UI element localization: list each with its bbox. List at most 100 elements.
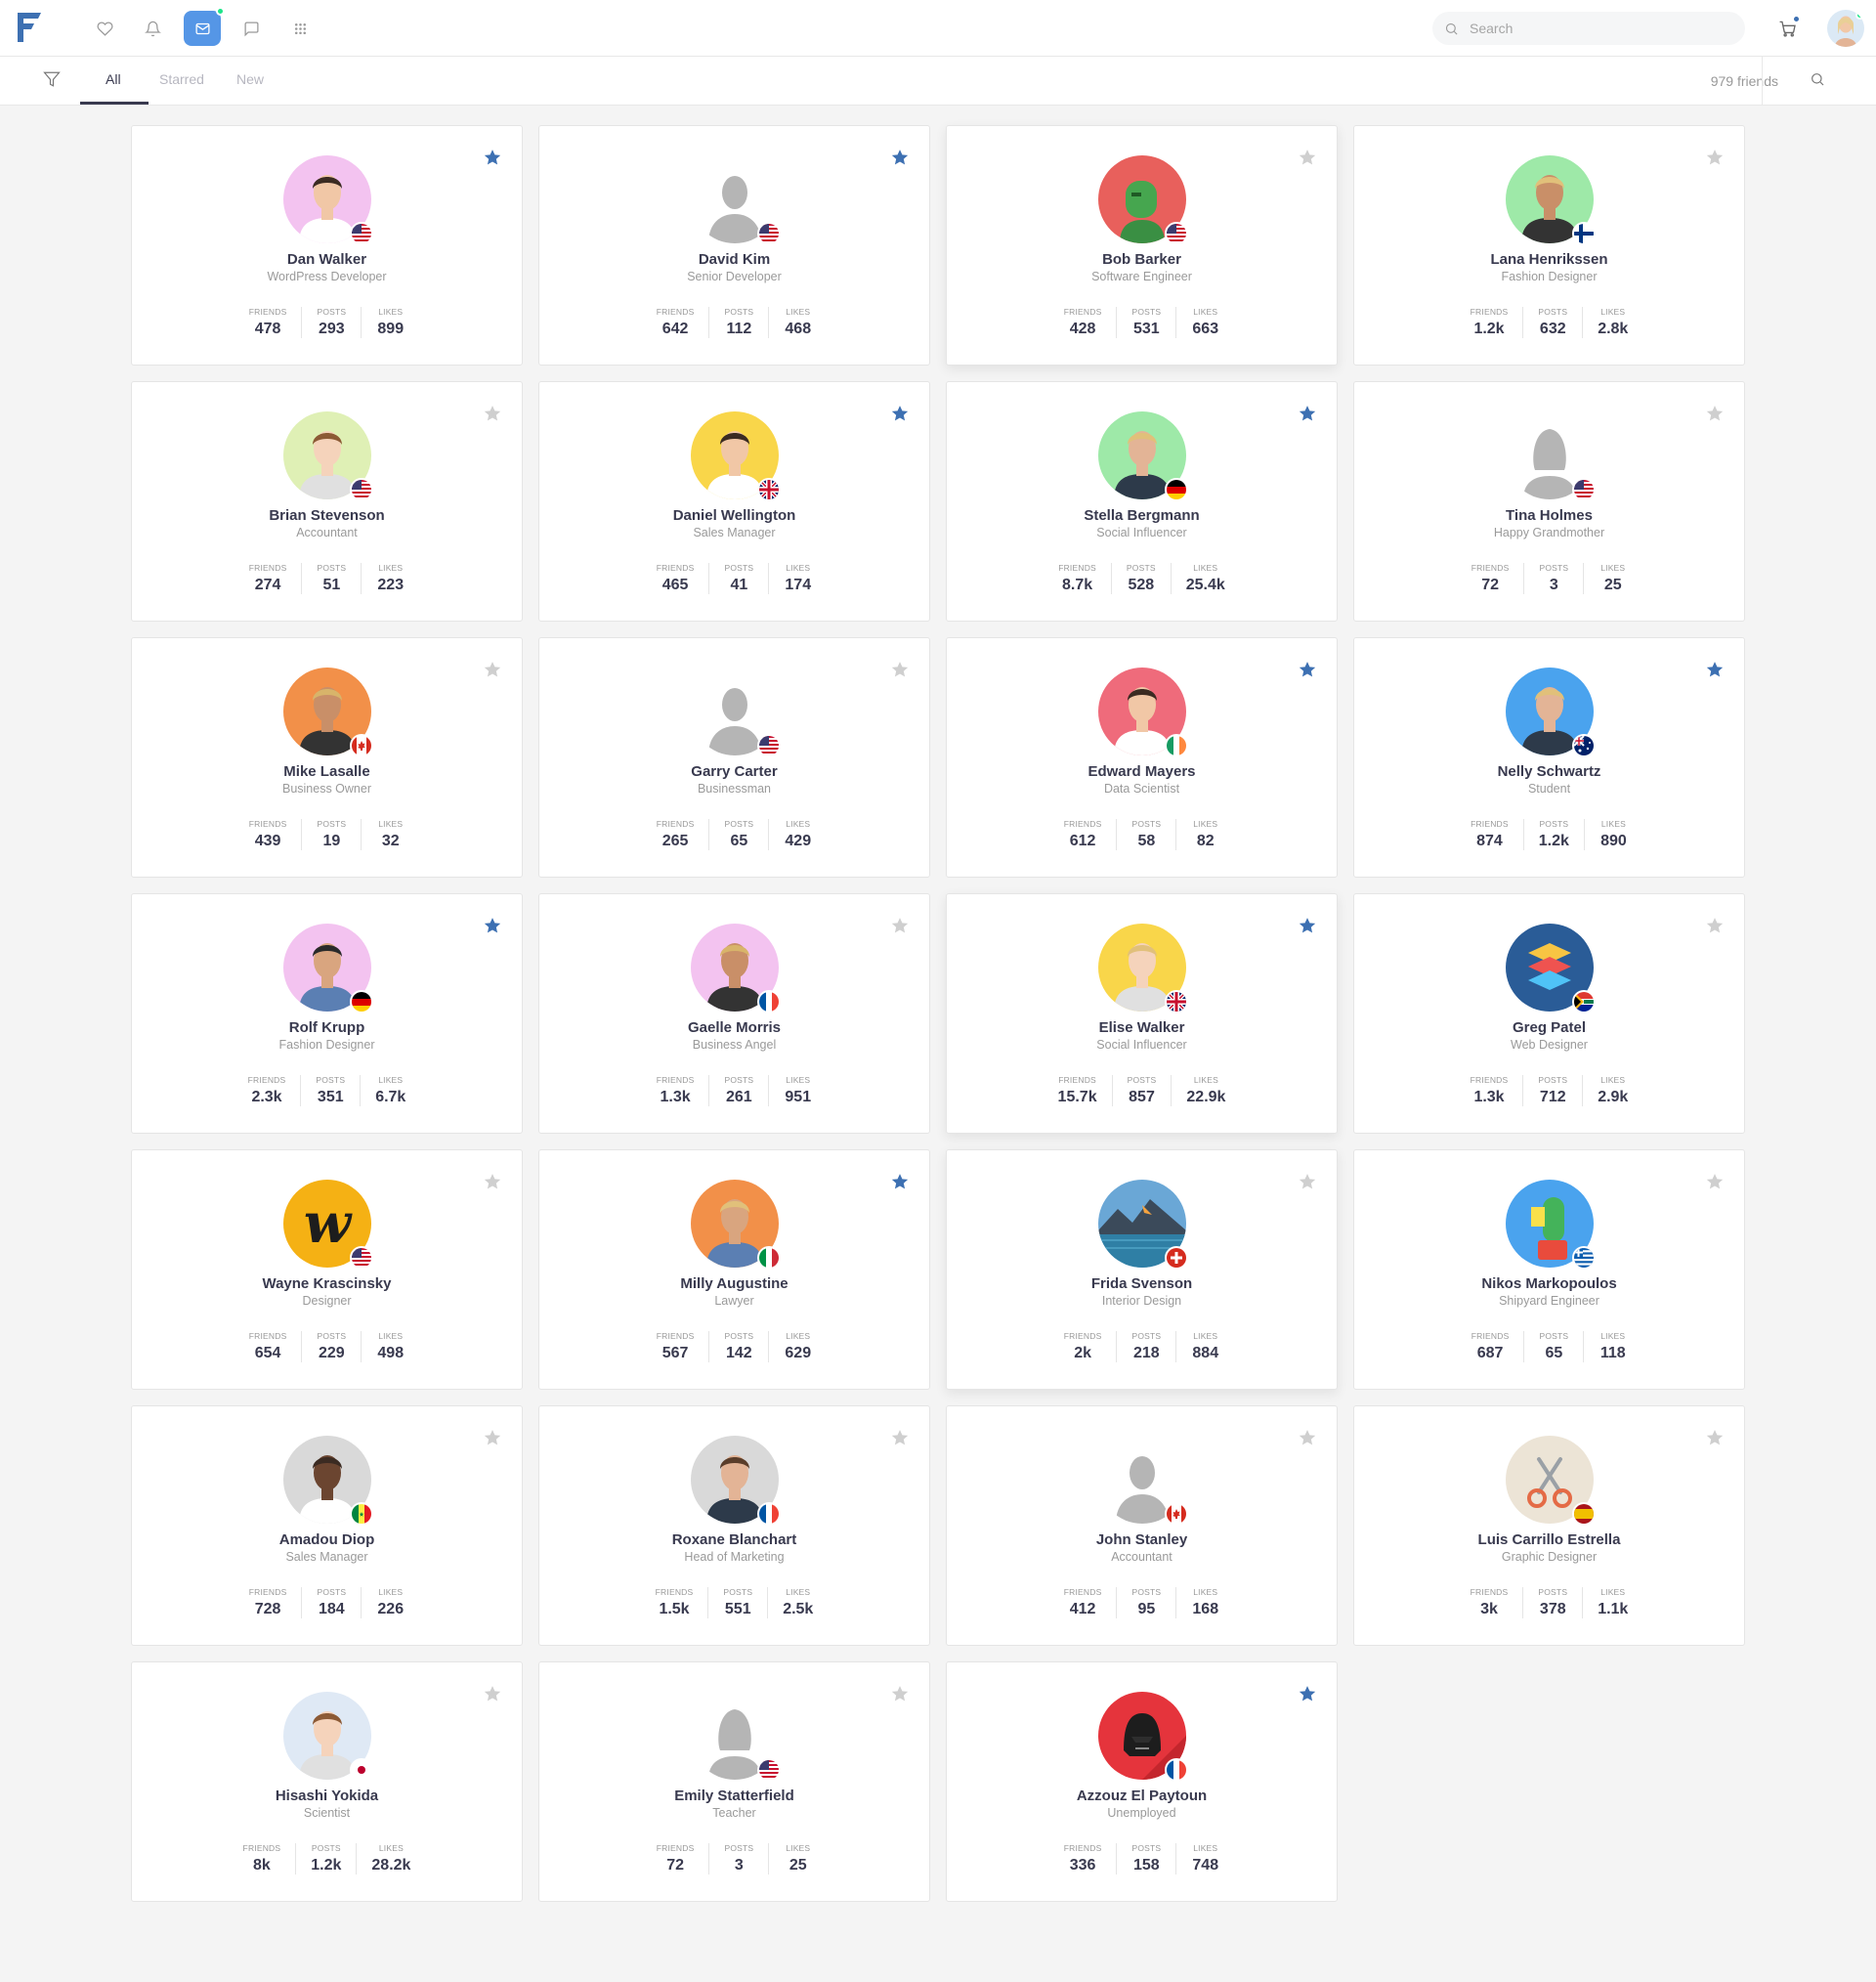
friend-card[interactable]: Hisashi Yokida Scientist FRIENDS 8k POST… — [131, 1661, 523, 1902]
friend-name[interactable]: Amadou Diop — [132, 1531, 522, 1548]
heart-icon[interactable] — [86, 12, 123, 45]
friend-name[interactable]: Nikos Markopoulos — [1354, 1275, 1744, 1292]
star-filled-icon[interactable] — [890, 148, 910, 167]
friend-card[interactable]: Nelly Schwartz Student FRIENDS 874 POSTS… — [1353, 637, 1745, 878]
friend-name[interactable]: Tina Holmes — [1354, 507, 1744, 524]
star-icon[interactable] — [1298, 148, 1317, 167]
star-icon[interactable] — [483, 660, 502, 679]
star-icon[interactable] — [483, 1172, 502, 1191]
current-user-avatar[interactable] — [1827, 10, 1864, 47]
friend-card[interactable]: Amadou Diop Sales Manager FRIENDS 728 PO… — [131, 1405, 523, 1646]
friend-card[interactable]: Mike Lasalle Business Owner FRIENDS 439 … — [131, 637, 523, 878]
friend-name[interactable]: Nelly Schwartz — [1354, 763, 1744, 780]
star-filled-icon[interactable] — [1298, 404, 1317, 423]
star-icon[interactable] — [890, 1428, 910, 1447]
friend-card[interactable]: Elise Walker Social Influencer FRIENDS 1… — [946, 893, 1338, 1134]
star-filled-icon[interactable] — [483, 916, 502, 935]
friend-name[interactable]: Roxane Blanchart — [539, 1531, 929, 1548]
friend-name[interactable]: Edward Mayers — [947, 763, 1337, 780]
star-filled-icon[interactable] — [890, 1172, 910, 1191]
star-filled-icon[interactable] — [1298, 1684, 1317, 1703]
friend-card[interactable]: David Kim Senior Developer FRIENDS 642 P… — [538, 125, 930, 366]
star-icon[interactable] — [1705, 404, 1725, 423]
friend-card[interactable]: Brian Stevenson Accountant FRIENDS 274 P… — [131, 381, 523, 622]
friend-card[interactable]: Lana Henrikssen Fashion Designer FRIENDS… — [1353, 125, 1745, 366]
friend-name[interactable]: Azzouz El Paytoun — [947, 1788, 1337, 1804]
star-icon[interactable] — [1705, 1428, 1725, 1447]
friend-card[interactable]: Azzouz El Paytoun Unemployed FRIENDS 336… — [946, 1661, 1338, 1902]
star-filled-icon[interactable] — [1298, 916, 1317, 935]
friend-card[interactable]: Luis Carrillo Estrella Graphic Designer … — [1353, 1405, 1745, 1646]
friend-name[interactable]: Luis Carrillo Estrella — [1354, 1531, 1744, 1548]
friend-name[interactable]: Elise Walker — [947, 1019, 1337, 1036]
friend-card[interactable]: Rolf Krupp Fashion Designer FRIENDS 2.3k… — [131, 893, 523, 1134]
friend-name[interactable]: Gaelle Morris — [539, 1019, 929, 1036]
friend-name[interactable]: Milly Augustine — [539, 1275, 929, 1292]
friend-name[interactable]: Greg Patel — [1354, 1019, 1744, 1036]
friend-card[interactable]: Garry Carter Businessman FRIENDS 265 POS… — [538, 637, 930, 878]
friend-name[interactable]: Brian Stevenson — [132, 507, 522, 524]
friend-card[interactable]: Daniel Wellington Sales Manager FRIENDS … — [538, 381, 930, 622]
apps-grid-icon[interactable] — [281, 12, 319, 45]
tab-new[interactable]: New — [236, 71, 264, 87]
friend-card[interactable]: Dan Walker WordPress Developer FRIENDS 4… — [131, 125, 523, 366]
stat-value: 15.7k — [1057, 1089, 1097, 1105]
friend-card[interactable]: Gaelle Morris Business Angel FRIENDS 1.3… — [538, 893, 930, 1134]
friend-card[interactable]: Bob Barker Software Engineer FRIENDS 428… — [946, 125, 1338, 366]
envelope-icon[interactable] — [184, 7, 225, 46]
brand-logo[interactable] — [15, 10, 44, 45]
friend-name[interactable]: John Stanley — [947, 1531, 1337, 1548]
star-filled-icon[interactable] — [483, 148, 502, 167]
search-input[interactable] — [1470, 12, 1733, 45]
bell-icon[interactable] — [134, 12, 171, 45]
star-icon[interactable] — [1705, 1172, 1725, 1191]
friend-name[interactable]: David Kim — [539, 251, 929, 268]
friend-card[interactable]: Milly Augustine Lawyer FRIENDS 567 POSTS… — [538, 1149, 930, 1390]
friend-card[interactable]: Greg Patel Web Designer FRIENDS 1.3k POS… — [1353, 893, 1745, 1134]
friend-name[interactable]: Rolf Krupp — [132, 1019, 522, 1036]
star-filled-icon[interactable] — [1298, 660, 1317, 679]
friend-card[interactable]: Frida Svenson Interior Design FRIENDS 2k… — [946, 1149, 1338, 1390]
friend-name[interactable]: Wayne Krascinsky — [132, 1275, 522, 1292]
friend-name[interactable]: Emily Statterfield — [539, 1788, 929, 1804]
star-icon[interactable] — [483, 1684, 502, 1703]
friend-card[interactable]: Edward Mayers Data Scientist FRIENDS 612… — [946, 637, 1338, 878]
star-icon[interactable] — [483, 404, 502, 423]
friend-card[interactable]: Roxane Blanchart Head of Marketing FRIEN… — [538, 1405, 930, 1646]
posts-stat: POSTS 632 — [1522, 307, 1582, 338]
friend-card[interactable]: John Stanley Accountant FRIENDS 412 POST… — [946, 1405, 1338, 1646]
tab-starred[interactable]: Starred — [159, 71, 204, 87]
friend-card[interactable]: Stella Bergmann Social Influencer FRIEND… — [946, 381, 1338, 622]
chat-icon[interactable] — [233, 12, 270, 45]
friend-name[interactable]: Stella Bergmann — [947, 507, 1337, 524]
search-icon[interactable] — [1810, 71, 1829, 91]
star-icon[interactable] — [1705, 916, 1725, 935]
friend-card[interactable]: Nikos Markopoulos Shipyard Engineer FRIE… — [1353, 1149, 1745, 1390]
friend-name[interactable]: Hisashi Yokida — [132, 1788, 522, 1804]
star-icon[interactable] — [890, 916, 910, 935]
star-icon[interactable] — [890, 1684, 910, 1703]
filter-icon[interactable] — [43, 70, 66, 94]
friend-name[interactable]: Lana Henrikssen — [1354, 251, 1744, 268]
friend-card[interactable]: w Wayne Krascinsky Designer FRIENDS 654 … — [131, 1149, 523, 1390]
star-icon[interactable] — [483, 1428, 502, 1447]
search-bar[interactable] — [1432, 12, 1745, 45]
friend-name[interactable]: Daniel Wellington — [539, 507, 929, 524]
friend-name[interactable]: Dan Walker — [132, 251, 522, 268]
friend-role: Student — [1527, 782, 1571, 796]
star-icon[interactable] — [1298, 1428, 1317, 1447]
star-filled-icon[interactable] — [1705, 660, 1725, 679]
tab-all[interactable]: All — [106, 71, 121, 87]
friend-name[interactable]: Frida Svenson — [947, 1275, 1337, 1292]
star-icon[interactable] — [1298, 1172, 1317, 1191]
friend-name[interactable]: Mike Lasalle — [132, 763, 522, 780]
friend-name[interactable]: Garry Carter — [539, 763, 929, 780]
stat-label: LIKES — [1193, 1843, 1218, 1853]
friend-card[interactable]: Tina Holmes Happy Grandmother FRIENDS 72… — [1353, 381, 1745, 622]
friend-name[interactable]: Bob Barker — [947, 251, 1337, 268]
star-icon[interactable] — [890, 660, 910, 679]
star-filled-icon[interactable] — [890, 404, 910, 423]
cart-button[interactable] — [1770, 12, 1804, 45]
star-icon[interactable] — [1705, 148, 1725, 167]
friend-card[interactable]: Emily Statterfield Teacher FRIENDS 72 PO… — [538, 1661, 930, 1902]
